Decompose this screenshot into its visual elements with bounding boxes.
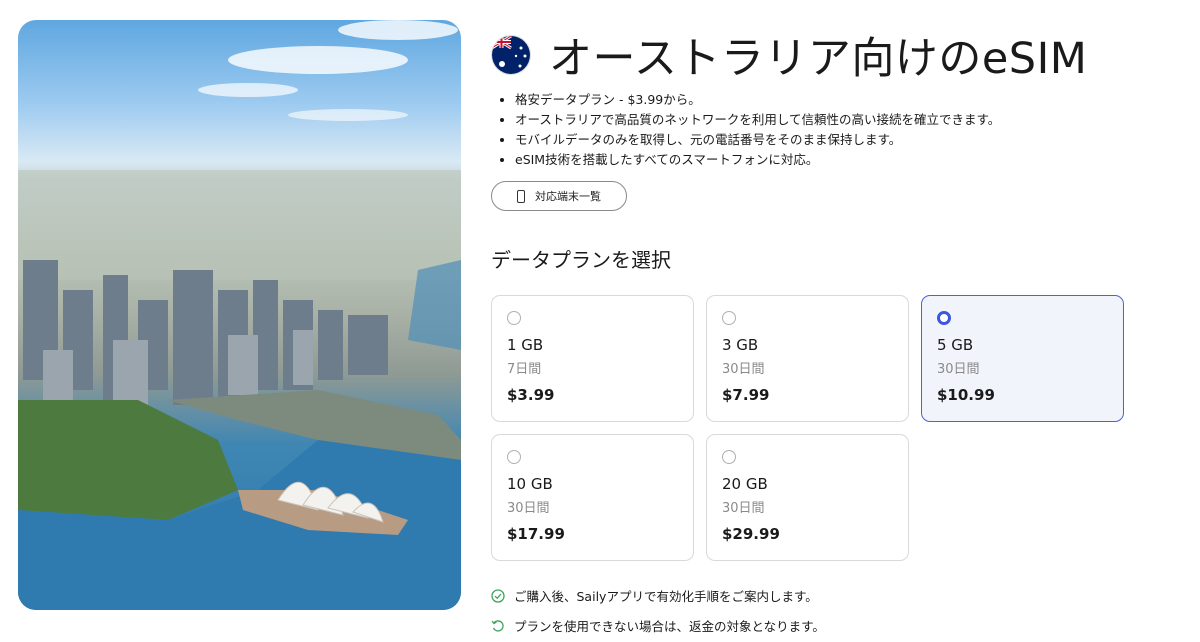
feature-item: 格安データプラン - $3.99から。 (515, 90, 1000, 110)
plan-duration: 7日間 (507, 362, 542, 377)
refund-note-text: プランを使用できない場合は、返金の対象となります。 (514, 619, 825, 634)
plan-price: $29.99 (722, 525, 780, 543)
plan-duration: 30日間 (722, 501, 765, 516)
plan-radio-selected[interactable] (937, 311, 951, 325)
plan-data-amount: 3 GB (722, 336, 759, 354)
plan-price: $7.99 (722, 386, 770, 404)
sydney-hero-image (18, 20, 461, 610)
compatible-devices-label: 対応端末一覧 (535, 190, 601, 203)
city-illustration (18, 20, 461, 610)
plan-data-amount: 5 GB (937, 336, 974, 354)
phone-icon (517, 189, 525, 203)
plan-radio[interactable] (507, 450, 521, 464)
page-header: オーストラリア向けのeSIM (491, 24, 1087, 86)
plan-data-amount: 1 GB (507, 336, 544, 354)
refund-note: プランを使用できない場合は、返金の対象となります。 (491, 616, 825, 635)
plan-duration: 30日間 (722, 362, 765, 377)
plan-card-1gb[interactable]: 1 GB 7日間 $3.99 (491, 295, 694, 422)
australia-flag-icon (491, 35, 531, 75)
plan-card-3gb[interactable]: 3 GB 30日間 $7.99 (706, 295, 909, 422)
page-title: オーストラリア向けのeSIM (549, 34, 1088, 84)
check-circle-icon (491, 588, 505, 603)
plan-card-10gb[interactable]: 10 GB 30日間 $17.99 (491, 434, 694, 561)
plan-card-20gb[interactable]: 20 GB 30日間 $29.99 (706, 434, 909, 561)
plan-data-amount: 20 GB (722, 475, 768, 493)
plan-radio[interactable] (722, 311, 736, 325)
plan-duration: 30日間 (507, 501, 550, 516)
feature-item: eSIM技術を搭載したすべてのスマートフォンに対応。 (515, 150, 1000, 170)
feature-list: 格安データプラン - $3.99から。 オーストラリアで高品質のネットワークを利… (497, 90, 1000, 170)
plan-price: $3.99 (507, 386, 555, 404)
plan-price: $17.99 (507, 525, 565, 543)
plan-duration: 30日間 (937, 362, 980, 377)
plan-data-amount: 10 GB (507, 475, 553, 493)
feature-item: モバイルデータのみを取得し、元の電話番号をそのまま保持します。 (515, 130, 1000, 150)
plan-card-5gb[interactable]: 5 GB 30日間 $10.99 (921, 295, 1124, 422)
activation-note-text: ご購入後、Sailyアプリで有効化手順をご案内します。 (514, 589, 818, 604)
feature-item: オーストラリアで高品質のネットワークを利用して信頼性の高い接続を確立できます。 (515, 110, 1000, 130)
plan-radio[interactable] (507, 311, 521, 325)
plans-section-title: データプランを選択 (491, 248, 671, 272)
refund-arrow-icon (491, 619, 504, 632)
plan-radio[interactable] (722, 450, 736, 464)
compatible-devices-button[interactable]: 対応端末一覧 (491, 181, 627, 211)
activation-note: ご購入後、Sailyアプリで有効化手順をご案内します。 (491, 586, 818, 605)
plan-price: $10.99 (937, 386, 995, 404)
